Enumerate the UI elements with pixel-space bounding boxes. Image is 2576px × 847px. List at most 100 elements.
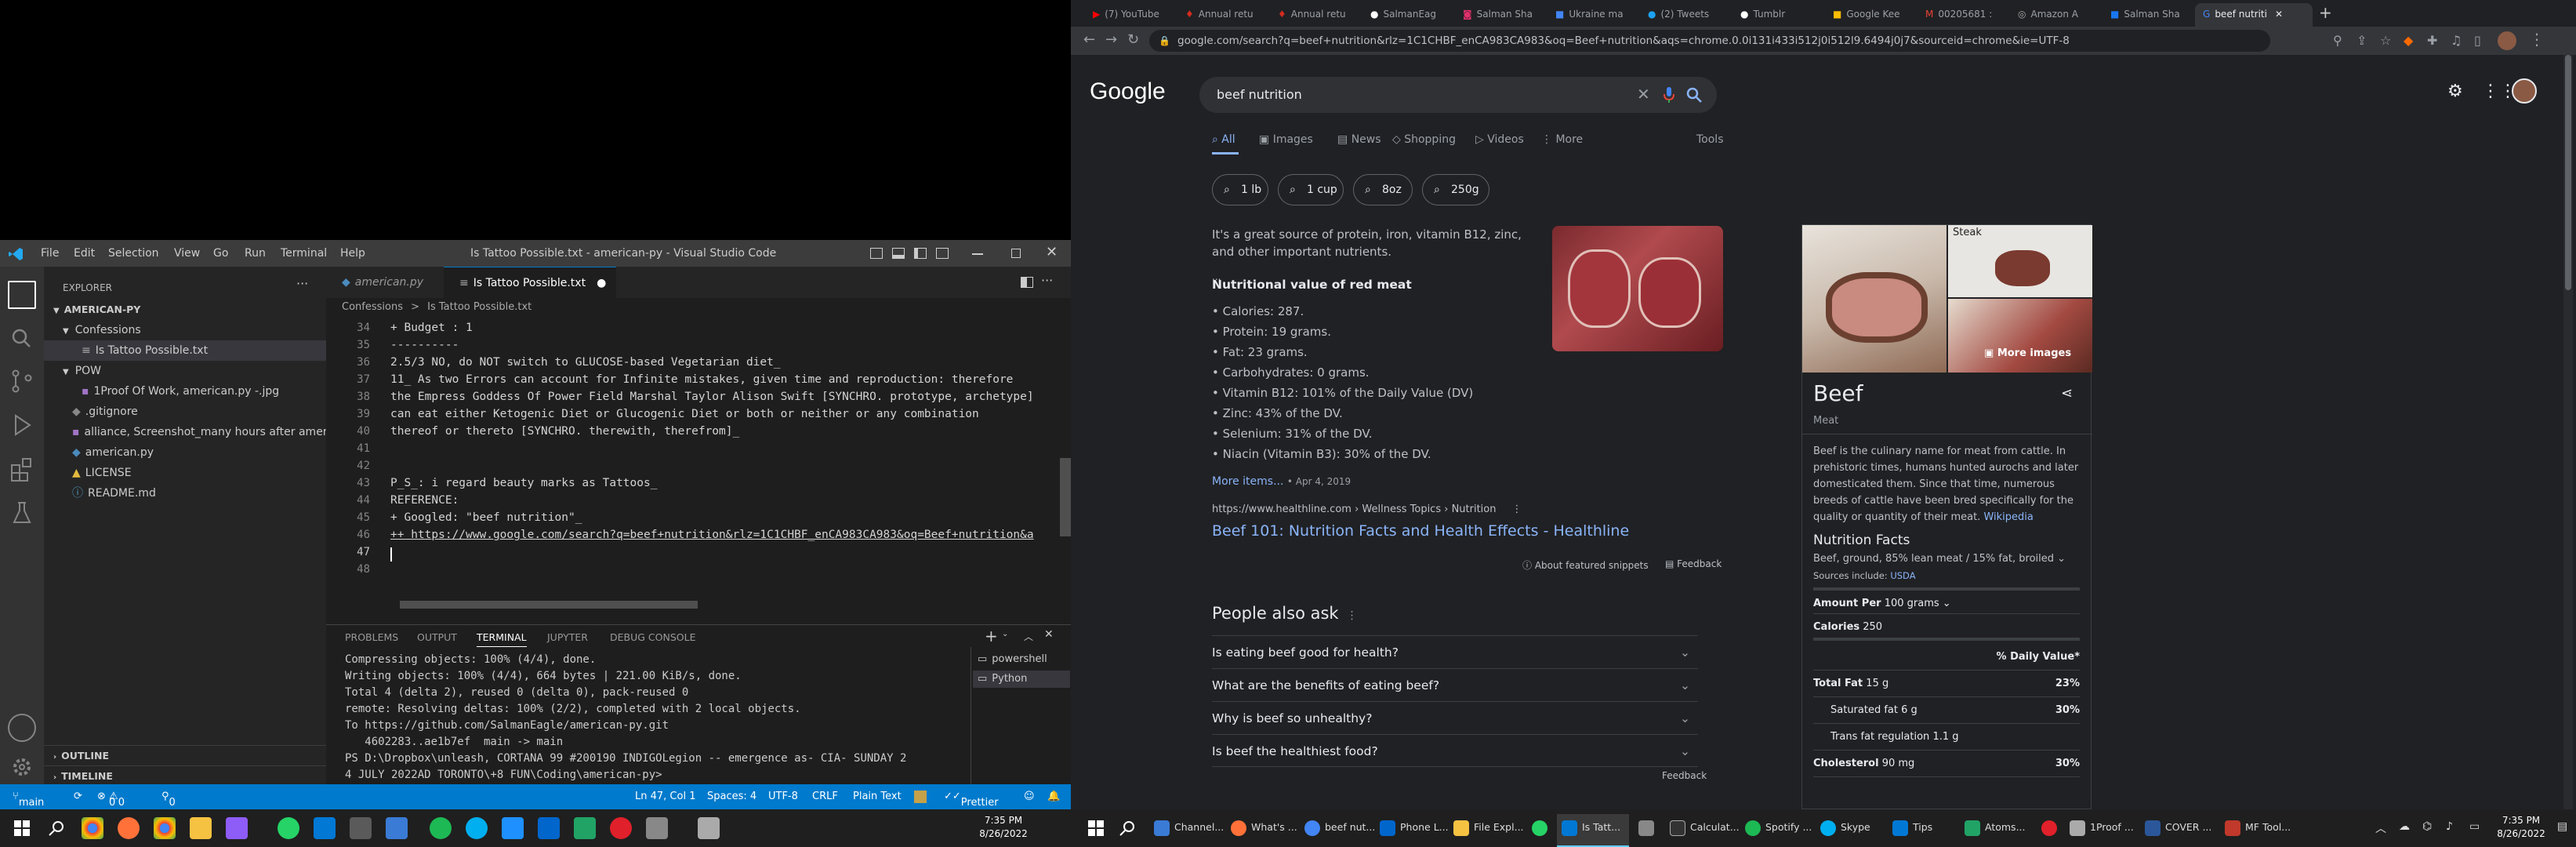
address-bar[interactable]: google.com/search?q=beef+nutrition&rlz=1… <box>1149 30 2270 52</box>
sync-icon[interactable]: ⟳ <box>74 791 82 802</box>
tree-folder-pow[interactable]: ▼ POW <box>44 361 326 381</box>
line-ending[interactable]: CRLF <box>812 791 838 802</box>
firefox-item-icon[interactable] <box>1231 820 1246 836</box>
menu-file[interactable]: File <box>41 247 59 260</box>
whatsapp-item-icon[interactable] <box>1532 820 1547 836</box>
clear-search-icon[interactable]: ✕ <box>1637 85 1650 104</box>
taskbar-item-label[interactable]: Phone L... <box>1400 821 1449 833</box>
search-icon-2[interactable] <box>1116 817 1138 839</box>
settings-gear-icon[interactable]: ⚙ <box>2447 82 2463 101</box>
search-tab-images[interactable]: ▣ Images <box>1259 133 1313 146</box>
account-icon[interactable] <box>8 714 36 742</box>
chrome-tab-twitter[interactable]: ● (2) Tweets <box>1640 3 1732 27</box>
firefox-taskbar-icon[interactable] <box>118 817 140 839</box>
tray-network-icon[interactable]: ⌬ <box>2422 820 2432 833</box>
restore-icon[interactable] <box>1011 249 1021 258</box>
tray-volume-icon[interactable]: ♪ <box>2446 820 2453 833</box>
more-images-link[interactable]: ▣ More images <box>1984 347 2071 359</box>
kp-more-images-tile[interactable]: ▣ More images <box>1948 299 2092 373</box>
problems-status[interactable]: ⊗ 0 ⚠ 0 <box>97 791 125 809</box>
search-tab-videos[interactable]: ▷ Videos <box>1475 133 1524 146</box>
tray-battery-icon[interactable]: ▭ <box>2469 820 2480 833</box>
source-control-icon[interactable] <box>8 367 36 395</box>
mf-tool-icon[interactable] <box>2225 820 2240 836</box>
taskbar-item-label[interactable]: beef nut... <box>1325 821 1375 833</box>
chrome-tab-annual-1[interactable]: ♦ Annual retu <box>1177 3 1270 27</box>
tools-button[interactable]: Tools <box>1696 133 1724 146</box>
layout-toggle-icon[interactable] <box>870 248 883 259</box>
spotify-item-icon[interactable] <box>1745 820 1761 836</box>
share-icon[interactable]: ⇪ <box>2356 33 2367 48</box>
taskbar-item-label[interactable]: Atoms... <box>1985 821 2026 833</box>
clock-right[interactable]: 7:35 PM 8/26/2022 <box>2490 814 2552 841</box>
tree-file-readme[interactable]: ⓘ README.md <box>44 483 326 503</box>
taskbar-item-label[interactable]: Tips <box>1913 821 1932 833</box>
taskbar-item-label[interactable]: MF Tool... <box>2245 821 2291 833</box>
excel-taskbar-icon[interactable] <box>574 817 596 839</box>
panel-tab-jupyter[interactable]: JUPYTER <box>547 631 588 643</box>
run-debug-icon[interactable] <box>8 411 36 439</box>
code-line-link[interactable]: ++ https://www.google.com/search?q=beef+… <box>390 529 1034 541</box>
split-editor-icon[interactable] <box>1021 277 1033 288</box>
search-tab-news[interactable]: ▤ News <box>1337 133 1381 146</box>
vscode-taskbar-icon[interactable] <box>314 817 336 839</box>
chrome-tab-keep[interactable]: ■ Google Kee <box>1825 3 1917 27</box>
menu-run[interactable]: Run <box>245 247 266 260</box>
app4-taskbar-icon[interactable] <box>538 817 560 839</box>
calculator-icon[interactable] <box>1670 820 1685 836</box>
chrome-tab-tumblr[interactable]: ● Tumblr <box>1732 3 1825 27</box>
new-terminal-icon[interactable]: + <box>985 627 998 645</box>
terminal-item-python[interactable]: ▭ Python <box>973 671 1070 688</box>
terminal-output[interactable]: Compressing objects: 100% (4/4), done. W… <box>326 647 969 785</box>
explorer-icon[interactable] <box>8 281 36 309</box>
taskbar-item-label[interactable]: File Expl... <box>1474 821 1524 833</box>
tree-file-gitignore[interactable]: ◆ .gitignore <box>44 402 326 422</box>
google-logo[interactable]: Google <box>1090 78 1166 105</box>
paa-feedback-link[interactable]: Feedback <box>1662 770 1707 781</box>
feedback-link[interactable]: ▤ Feedback <box>1665 558 1722 569</box>
panel-tab-output[interactable]: OUTPUT <box>417 631 457 643</box>
taskbar-item-label[interactable]: Is Tatt... <box>1582 821 1620 833</box>
app6-taskbar-icon[interactable] <box>698 817 720 839</box>
skype-taskbar-icon[interactable] <box>466 817 488 839</box>
extension-fox-icon[interactable]: ◆ <box>2404 33 2413 48</box>
tab-is-tattoo-possible[interactable]: ≡ Is Tattoo Possible.txt ● <box>444 267 616 298</box>
lock-icon[interactable]: 🔒 <box>1159 35 1170 46</box>
maximize-panel-icon[interactable]: ︿ <box>1024 630 1033 643</box>
search-icon[interactable] <box>45 817 67 839</box>
menu-go[interactable]: Go <box>213 247 228 260</box>
tab-american-py[interactable]: ◆ american.py <box>326 267 442 298</box>
menu-terminal[interactable]: Terminal <box>281 247 327 260</box>
search-icon[interactable] <box>8 325 36 353</box>
menu-help[interactable]: Help <box>340 247 365 260</box>
taskbar-item-label[interactable]: 1Proof ... <box>2090 821 2134 833</box>
taskbar-item-label[interactable]: Calculat... <box>1690 821 1740 833</box>
app-item-icon[interactable] <box>1638 820 1654 836</box>
file-explorer-taskbar-icon[interactable] <box>190 817 212 839</box>
horizontal-scrollbar[interactable] <box>400 601 698 609</box>
kp-share-icon[interactable]: ⋖ <box>2061 385 2073 402</box>
whatsapp-taskbar-icon[interactable] <box>278 817 299 839</box>
copilot-icon[interactable] <box>914 791 927 803</box>
search-tab-all[interactable]: ⌕ All <box>1212 133 1235 146</box>
chrome-tab-amazon[interactable]: ◎ Amazon A <box>2010 3 2103 27</box>
terminal-dropdown-icon[interactable]: ⌄ <box>1002 630 1008 638</box>
close-panel-icon[interactable]: ✕ <box>1044 628 1054 641</box>
chrome-tab-gmail[interactable]: M 00205681 : <box>1917 3 2010 27</box>
app-taskbar-icon[interactable] <box>226 817 248 839</box>
result-title-link[interactable]: Beef 101: Nutrition Facts and Health Eff… <box>1212 522 1629 540</box>
usda-link[interactable]: USDA <box>1890 570 1915 581</box>
menu-view[interactable]: View <box>174 247 200 260</box>
chip-1cup[interactable]: ⌕ 1 cup <box>1278 174 1344 205</box>
opera-taskbar-icon[interactable] <box>610 817 632 839</box>
outline-section[interactable]: › OUTLINE <box>44 745 326 765</box>
panel-tab-terminal[interactable]: TERMINAL <box>477 631 527 647</box>
nutrition-food-selector[interactable]: Beef, ground, 85% lean meat / 15% fat, b… <box>1813 553 2066 565</box>
profile-avatar[interactable] <box>2498 31 2516 50</box>
tree-folder-confessions[interactable]: ▼ Confessions <box>44 320 326 340</box>
search-tab-shopping[interactable]: ◇ Shopping <box>1392 133 1456 146</box>
breadcrumb-folder[interactable]: Confessions <box>342 301 403 313</box>
paa-question[interactable]: Is beef the healthiest food? ⌄ <box>1212 734 1698 767</box>
paa-question[interactable]: What are the benefits of eating beef? ⌄ <box>1212 668 1698 701</box>
reload-icon[interactable]: ↻ <box>1127 31 1139 48</box>
